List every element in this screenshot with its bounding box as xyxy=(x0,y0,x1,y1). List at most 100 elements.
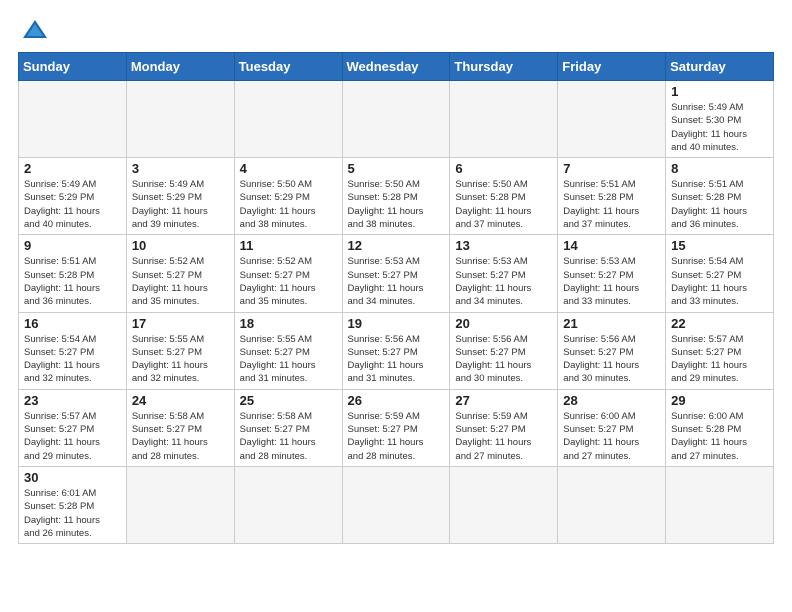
day-info: Sunrise: 5:56 AM Sunset: 5:27 PM Dayligh… xyxy=(563,333,660,386)
day-info: Sunrise: 5:53 AM Sunset: 5:27 PM Dayligh… xyxy=(455,255,552,308)
day-number: 27 xyxy=(455,393,552,408)
day-number: 6 xyxy=(455,161,552,176)
logo xyxy=(18,18,49,40)
calendar-cell: 18Sunrise: 5:55 AM Sunset: 5:27 PM Dayli… xyxy=(234,312,342,389)
calendar-cell: 2 Sunrise: 5:49 AM Sunset: 5:29 PM Daylig… xyxy=(19,158,127,235)
calendar-cell xyxy=(234,466,342,543)
calendar-cell: 11 Sunrise: 5:52 AM Sunset: 5:27 PM Dayli… xyxy=(234,235,342,312)
calendar-cell: 3 Sunrise: 5:49 AM Sunset: 5:29 PM Daylig… xyxy=(126,158,234,235)
day-info: Sunrise: 5:52 AM Sunset: 5:27 PM Dayligh… xyxy=(240,255,337,308)
day-info: Sunrise: 6:01 AM Sunset: 5:28 PM Dayligh… xyxy=(24,487,121,540)
day-number: 29 xyxy=(671,393,768,408)
weekday-header-sunday: Sunday xyxy=(19,53,127,81)
day-info: Sunrise: 5:50 AM Sunset: 5:29 PM Dayligh… xyxy=(240,178,337,231)
day-number: 7 xyxy=(563,161,660,176)
day-number: 16 xyxy=(24,316,121,331)
calendar-cell: 28Sunrise: 6:00 AM Sunset: 5:27 PM Dayli… xyxy=(558,389,666,466)
calendar-cell: 22 Sunrise: 5:57 AM Sunset: 5:27 PM Dayli… xyxy=(666,312,774,389)
weekday-header-friday: Friday xyxy=(558,53,666,81)
day-number: 2 xyxy=(24,161,121,176)
calendar-cell: 15 Sunrise: 5:54 AM Sunset: 5:27 PM Dayli… xyxy=(666,235,774,312)
calendar-cell: 27Sunrise: 5:59 AM Sunset: 5:27 PM Dayli… xyxy=(450,389,558,466)
calendar-cell xyxy=(342,466,450,543)
calendar-week-row: 30 Sunrise: 6:01 AM Sunset: 5:28 PM Dayli… xyxy=(19,466,774,543)
day-info: Sunrise: 5:51 AM Sunset: 5:28 PM Dayligh… xyxy=(563,178,660,231)
day-info: Sunrise: 5:57 AM Sunset: 5:27 PM Dayligh… xyxy=(671,333,768,386)
day-info: Sunrise: 5:49 AM Sunset: 5:29 PM Dayligh… xyxy=(132,178,229,231)
day-number: 1 xyxy=(671,84,768,99)
day-number: 23 xyxy=(24,393,121,408)
page: SundayMondayTuesdayWednesdayThursdayFrid… xyxy=(0,0,792,554)
day-info: Sunrise: 5:55 AM Sunset: 5:27 PM Dayligh… xyxy=(240,333,337,386)
day-number: 8 xyxy=(671,161,768,176)
day-info: Sunrise: 6:00 AM Sunset: 5:28 PM Dayligh… xyxy=(671,410,768,463)
calendar-cell xyxy=(450,466,558,543)
calendar-week-row: 1 Sunrise: 5:49 AM Sunset: 5:30 PM Daylig… xyxy=(19,81,774,158)
day-info: Sunrise: 5:57 AM Sunset: 5:27 PM Dayligh… xyxy=(24,410,121,463)
calendar-cell: 14 Sunrise: 5:53 AM Sunset: 5:27 PM Dayli… xyxy=(558,235,666,312)
calendar-cell: 21 Sunrise: 5:56 AM Sunset: 5:27 PM Dayli… xyxy=(558,312,666,389)
day-number: 3 xyxy=(132,161,229,176)
day-number: 30 xyxy=(24,470,121,485)
calendar-cell xyxy=(558,466,666,543)
day-info: Sunrise: 5:50 AM Sunset: 5:28 PM Dayligh… xyxy=(455,178,552,231)
weekday-header-tuesday: Tuesday xyxy=(234,53,342,81)
day-number: 14 xyxy=(563,238,660,253)
calendar-cell xyxy=(558,81,666,158)
calendar-week-row: 23 Sunrise: 5:57 AM Sunset: 5:27 PM Dayli… xyxy=(19,389,774,466)
day-number: 19 xyxy=(348,316,445,331)
calendar-cell: 10 Sunrise: 5:52 AM Sunset: 5:27 PM Dayli… xyxy=(126,235,234,312)
calendar-cell: 4Sunrise: 5:50 AM Sunset: 5:29 PM Daylig… xyxy=(234,158,342,235)
calendar-cell: 1 Sunrise: 5:49 AM Sunset: 5:30 PM Daylig… xyxy=(666,81,774,158)
day-number: 17 xyxy=(132,316,229,331)
calendar-cell: 20Sunrise: 5:56 AM Sunset: 5:27 PM Dayli… xyxy=(450,312,558,389)
logo-icon xyxy=(21,18,49,40)
day-number: 21 xyxy=(563,316,660,331)
weekday-header-monday: Monday xyxy=(126,53,234,81)
day-info: Sunrise: 5:51 AM Sunset: 5:28 PM Dayligh… xyxy=(24,255,121,308)
calendar-week-row: 16 Sunrise: 5:54 AM Sunset: 5:27 PM Dayli… xyxy=(19,312,774,389)
calendar-cell xyxy=(234,81,342,158)
weekday-header-saturday: Saturday xyxy=(666,53,774,81)
day-number: 15 xyxy=(671,238,768,253)
day-number: 11 xyxy=(240,238,337,253)
calendar-cell xyxy=(19,81,127,158)
day-info: Sunrise: 5:49 AM Sunset: 5:29 PM Dayligh… xyxy=(24,178,121,231)
day-number: 25 xyxy=(240,393,337,408)
day-info: Sunrise: 5:56 AM Sunset: 5:27 PM Dayligh… xyxy=(348,333,445,386)
day-number: 12 xyxy=(348,238,445,253)
day-info: Sunrise: 5:56 AM Sunset: 5:27 PM Dayligh… xyxy=(455,333,552,386)
calendar-cell: 5 Sunrise: 5:50 AM Sunset: 5:28 PM Daylig… xyxy=(342,158,450,235)
calendar-cell: 8Sunrise: 5:51 AM Sunset: 5:28 PM Daylig… xyxy=(666,158,774,235)
day-info: Sunrise: 5:54 AM Sunset: 5:27 PM Dayligh… xyxy=(24,333,121,386)
day-info: Sunrise: 5:58 AM Sunset: 5:27 PM Dayligh… xyxy=(240,410,337,463)
day-number: 5 xyxy=(348,161,445,176)
calendar-week-row: 2 Sunrise: 5:49 AM Sunset: 5:29 PM Daylig… xyxy=(19,158,774,235)
calendar: SundayMondayTuesdayWednesdayThursdayFrid… xyxy=(18,52,774,544)
calendar-cell: 19 Sunrise: 5:56 AM Sunset: 5:27 PM Dayli… xyxy=(342,312,450,389)
calendar-cell: 7 Sunrise: 5:51 AM Sunset: 5:28 PM Daylig… xyxy=(558,158,666,235)
weekday-header-thursday: Thursday xyxy=(450,53,558,81)
calendar-cell: 26Sunrise: 5:59 AM Sunset: 5:27 PM Dayli… xyxy=(342,389,450,466)
day-info: Sunrise: 5:49 AM Sunset: 5:30 PM Dayligh… xyxy=(671,101,768,154)
calendar-cell: 23 Sunrise: 5:57 AM Sunset: 5:27 PM Dayli… xyxy=(19,389,127,466)
calendar-cell xyxy=(126,466,234,543)
weekday-header-wednesday: Wednesday xyxy=(342,53,450,81)
day-info: Sunrise: 5:53 AM Sunset: 5:27 PM Dayligh… xyxy=(563,255,660,308)
calendar-cell: 24 Sunrise: 5:58 AM Sunset: 5:27 PM Dayli… xyxy=(126,389,234,466)
day-number: 9 xyxy=(24,238,121,253)
day-info: Sunrise: 5:50 AM Sunset: 5:28 PM Dayligh… xyxy=(348,178,445,231)
day-info: Sunrise: 6:00 AM Sunset: 5:27 PM Dayligh… xyxy=(563,410,660,463)
day-info: Sunrise: 5:54 AM Sunset: 5:27 PM Dayligh… xyxy=(671,255,768,308)
calendar-cell xyxy=(342,81,450,158)
calendar-cell: 17Sunrise: 5:55 AM Sunset: 5:27 PM Dayli… xyxy=(126,312,234,389)
day-info: Sunrise: 5:52 AM Sunset: 5:27 PM Dayligh… xyxy=(132,255,229,308)
day-number: 10 xyxy=(132,238,229,253)
calendar-cell: 29 Sunrise: 6:00 AM Sunset: 5:28 PM Dayli… xyxy=(666,389,774,466)
day-number: 22 xyxy=(671,316,768,331)
calendar-week-row: 9 Sunrise: 5:51 AM Sunset: 5:28 PM Daylig… xyxy=(19,235,774,312)
calendar-cell xyxy=(450,81,558,158)
day-info: Sunrise: 5:58 AM Sunset: 5:27 PM Dayligh… xyxy=(132,410,229,463)
calendar-cell: 16 Sunrise: 5:54 AM Sunset: 5:27 PM Dayli… xyxy=(19,312,127,389)
day-number: 24 xyxy=(132,393,229,408)
